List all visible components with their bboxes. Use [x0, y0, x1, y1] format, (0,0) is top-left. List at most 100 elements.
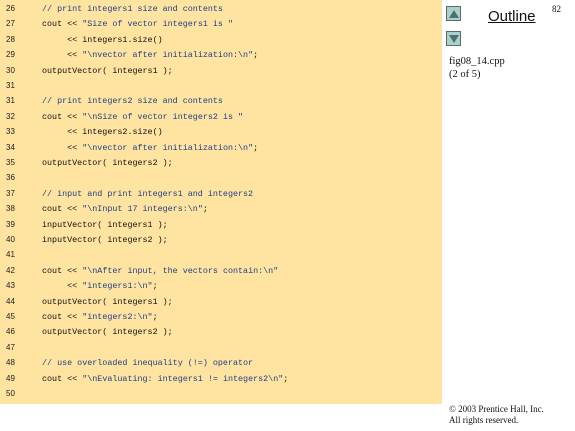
line-number: 37 [6, 188, 15, 198]
code-token: ; [283, 373, 289, 384]
outline-title[interactable]: Outline [488, 8, 536, 25]
line-number: 26 [6, 4, 15, 13]
code-text: cout << "\nSize of vector integers2 is " [42, 110, 243, 124]
code-text: cout << "\nAfter input, the vectors cont… [42, 264, 278, 278]
code-line: 33 << integers2.size() [0, 125, 442, 139]
code-text: cout << "\nInput 17 integers:\n"; [42, 202, 208, 216]
line-number: 27 [6, 19, 15, 29]
code-string: "\nEvaluating: integers1 != integers2\n" [82, 373, 284, 384]
line-number: 38 [6, 204, 15, 214]
outline-up-button[interactable] [446, 6, 461, 21]
line-number: 45 [6, 312, 15, 321]
code-text: // print integers2 size and contents [42, 94, 223, 108]
code-text: << "\nvector after initialization:\n"; [42, 48, 258, 62]
line-number: 35 [6, 158, 15, 167]
code-line: 30 outputVector( integers1 ); [0, 64, 442, 78]
code-comment: // input and print integers1 and integer… [42, 188, 254, 199]
code-line: 28 << integers1.size() [0, 33, 442, 47]
code-line: 47 [0, 341, 442, 355]
code-line: 41 [0, 248, 442, 262]
code-token: ; [253, 142, 259, 153]
code-token: outputVector( integers2 ); [42, 158, 173, 168]
code-text: // input and print integers1 and integer… [42, 187, 253, 201]
triangle-down-icon [448, 34, 459, 43]
code-text: cout << "Size of vector integers1 is " [42, 17, 233, 31]
code-token: outputVector( integers2 ); [42, 327, 173, 338]
page-of-label: (2 of 5) [449, 69, 481, 80]
file-info: fig08_14.cpp (2 of 5) [449, 55, 505, 81]
line-number: 29 [6, 50, 15, 60]
code-token: cout << [42, 265, 83, 276]
code-text: << integers1.size() [42, 33, 163, 47]
code-text: inputVector( integers1 ); [42, 218, 168, 232]
code-text: // print integers1 size and contents [42, 2, 223, 16]
code-line: 50 [0, 387, 442, 401]
code-comment: // print integers1 size and contents [42, 4, 223, 14]
code-token: ; [253, 50, 259, 61]
code-text: // use overloaded inequality (!=) operat… [42, 356, 253, 370]
code-line: 35 outputVector( integers2 ); [0, 156, 442, 170]
code-token: cout << [42, 373, 83, 384]
code-token: cout << [42, 111, 83, 122]
code-token: << integers2.size() [42, 127, 163, 138]
code-line: 45 cout << "integers2:\n"; [0, 310, 442, 324]
code-string: "\nvector after initialization:\n" [82, 142, 254, 153]
code-line: 48 // use overloaded inequality (!=) oper… [0, 356, 442, 370]
code-text: outputVector( integers1 ); [42, 295, 173, 309]
line-number: 42 [6, 265, 15, 275]
line-number: 44 [6, 296, 15, 306]
line-number: 39 [6, 219, 15, 229]
code-token: inputVector( integers1 ); [42, 219, 168, 230]
code-token: outputVector( integers1 ); [42, 296, 173, 307]
line-number: 28 [6, 34, 15, 44]
code-line: 31 [0, 79, 442, 93]
code-token: ; [202, 204, 208, 215]
code-line: 27 cout << "Size of vector integers1 is " [0, 17, 442, 31]
copyright-line-2: All rights reserved. [449, 415, 519, 425]
code-line: 37 // input and print integers1 and integ… [0, 187, 442, 201]
line-number: 32 [6, 111, 15, 121]
code-token: outputVector( integers1 ); [42, 65, 173, 76]
code-panel: 26 // print integers1 size and contents 27… [0, 0, 442, 404]
line-number: 49 [6, 373, 15, 383]
line-number: 41 [6, 250, 15, 260]
code-line: 49 cout << "\nEvaluating: integers1 != in… [0, 372, 442, 386]
code-comment: // use overloaded inequality (!=) operat… [42, 358, 254, 369]
code-token: cout << [42, 312, 83, 322]
code-string: "Size of vector integers1 is " [82, 19, 233, 30]
code-string: "integers2:\n" [82, 312, 153, 322]
line-number: 47 [6, 342, 15, 352]
copyright-line-1: © 2003 Prentice Hall, Inc. [449, 404, 544, 414]
page-number: 82 [552, 4, 561, 14]
code-line: 29 << "\nvector after initialization:\n"… [0, 48, 442, 62]
code-line: 34 << "\nvector after initialization:\n"… [0, 141, 442, 155]
line-number: 33 [6, 127, 15, 137]
code-token: cout << [42, 204, 83, 215]
code-line: 40 inputVector( integers2 ); [0, 233, 442, 247]
code-line: 31 // print integers2 size and contents [0, 94, 442, 108]
line-number: 48 [6, 358, 15, 368]
code-text: outputVector( integers1 ); [42, 64, 173, 78]
code-string: "integers1:\n" [82, 281, 153, 292]
line-number: 50 [6, 389, 15, 398]
code-line: 42 cout << "\nAfter input, the vectors co… [0, 264, 442, 278]
code-text: outputVector( integers2 ); [42, 156, 173, 170]
code-line: 38 cout << "\nInput 17 integers:\n"; [0, 202, 442, 216]
line-number: 43 [6, 281, 15, 291]
outline-down-button[interactable] [446, 31, 461, 46]
code-string: "\nAfter input, the vectors contain:\n" [82, 265, 279, 276]
line-number: 46 [6, 327, 15, 337]
line-number: 40 [6, 235, 15, 244]
code-token: cout << [42, 19, 83, 30]
code-token: << [42, 281, 83, 292]
code-line: 36 [0, 171, 442, 185]
code-token: << integers1.size() [42, 34, 163, 45]
line-number: 34 [6, 142, 15, 152]
line-number: 36 [6, 173, 15, 183]
code-line: 39 inputVector( integers1 ); [0, 218, 442, 232]
triangle-up-icon [448, 9, 459, 18]
code-line: 46 outputVector( integers2 ); [0, 325, 442, 339]
line-number: 31 [6, 96, 15, 106]
code-token: ; [152, 281, 158, 292]
code-text: cout << "\nEvaluating: integers1 != inte… [42, 372, 288, 386]
